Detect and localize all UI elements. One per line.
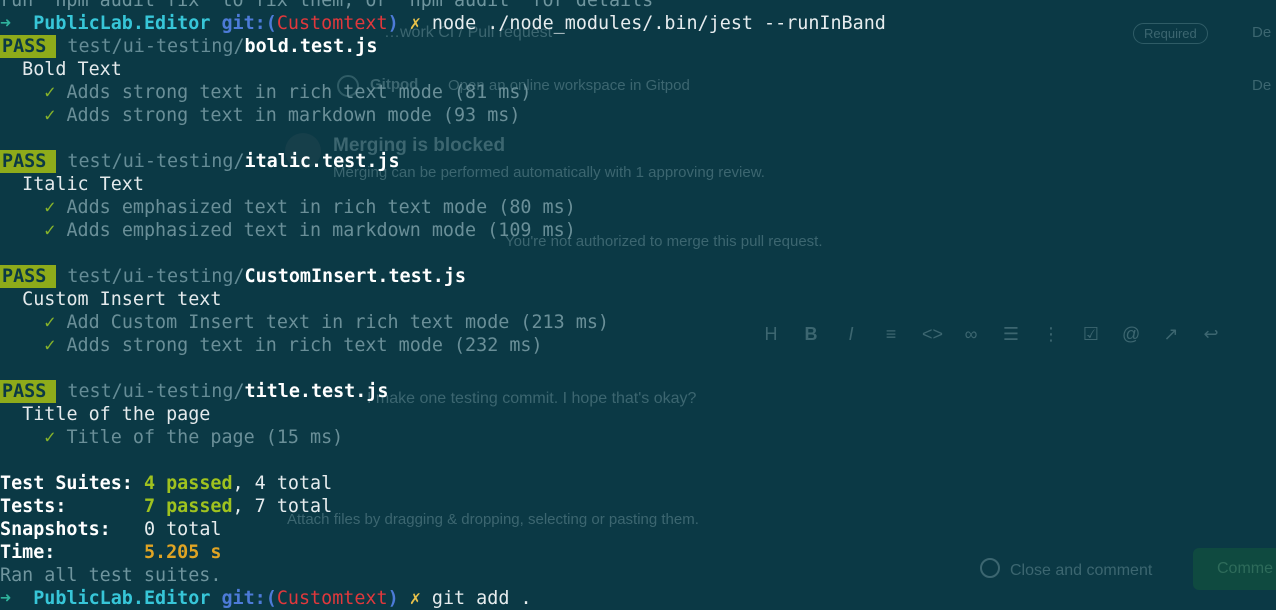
summary-time-value: 5.205 s [143, 542, 222, 563]
check-icon: ✓ [44, 220, 56, 241]
summary-suites: Test Suites: 4 passed, 4 total [0, 472, 1276, 495]
test-name: Adds strong text in rich text mode (232 … [66, 335, 543, 356]
suite-header: PASS test/ui-testing/title.test.js [0, 380, 1276, 403]
terminal-output: run `npm audit fix` to fix them, or `npm… [0, 0, 1276, 610]
test-name: Adds emphasized text in markdown mode (1… [66, 220, 576, 241]
suite-name-text: Italic Text [22, 174, 144, 195]
summary-value: 0 total [143, 519, 222, 540]
test-name: Adds emphasized text in rich text mode (… [66, 197, 576, 218]
prompt-arrow-icon: ➜ [0, 588, 12, 609]
check-icon: ✓ [44, 427, 56, 448]
prompt-command: git add . [431, 588, 532, 609]
ran-all-suites: Ran all test suites. [0, 565, 222, 586]
check-icon: ✓ [44, 197, 56, 218]
pass-badge: PASS [0, 150, 57, 173]
summary-label: Test Suites: [0, 473, 133, 494]
prompt-dirty-mark: ✗ [409, 13, 421, 34]
suite-name: Custom Insert text [0, 288, 1276, 311]
suite-name: Bold Text [0, 58, 1276, 81]
test-name: Adds strong text in rich text mode (81 m… [66, 82, 532, 103]
suite-name-text: Custom Insert text [22, 289, 222, 310]
test-name: Adds strong text in markdown mode (93 ms… [66, 105, 521, 126]
test-path: test/ui-testing/ [67, 36, 245, 57]
test-result: ✓ Adds emphasized text in markdown mode … [0, 219, 1276, 242]
test-path: test/ui-testing/ [67, 151, 245, 172]
prompt-repo: PublicLab.Editor [33, 13, 211, 34]
test-result: ✓ Adds emphasized text in rich text mode… [0, 196, 1276, 219]
test-result: ✓ Adds strong text in rich text mode (23… [0, 334, 1276, 357]
suite-name-text: Bold Text [22, 59, 122, 80]
prompt-git-close: ) [387, 13, 399, 34]
check-icon: ✓ [44, 335, 56, 356]
summary-label: Snapshots: [0, 519, 111, 540]
suite-header: PASS test/ui-testing/bold.test.js [0, 35, 1276, 58]
npm-audit-hint: run `npm audit fix` to fix them, or `npm… [0, 0, 654, 11]
summary-passed: 7 passed [143, 496, 233, 517]
test-name: Title of the page (15 ms) [66, 427, 344, 448]
prompt-branch: Customtext [276, 13, 388, 34]
prompt-repo: PublicLab.Editor [33, 588, 211, 609]
prompt-git-label: git:( [221, 588, 277, 609]
summary-label: Tests: [0, 496, 67, 517]
summary-label: Time: [0, 542, 56, 563]
test-path: test/ui-testing/ [67, 266, 245, 287]
summary-time: Time: 5.205 s [0, 541, 1276, 564]
suite-name: Title of the page [0, 403, 1276, 426]
test-file: title.test.js [244, 381, 389, 402]
summary-total: , 7 total [232, 496, 333, 517]
suite-name: Italic Text [0, 173, 1276, 196]
pass-badge: PASS [0, 380, 57, 403]
prompt-line-bottom: ➜ PublicLab.Editor git:(Customtext) ✗ gi… [0, 587, 1276, 610]
test-result: ✓ Title of the page (15 ms) [0, 426, 1276, 449]
check-icon: ✓ [44, 82, 56, 103]
prompt-dirty-mark: ✗ [409, 588, 421, 609]
test-file: CustomInsert.test.js [244, 266, 466, 287]
test-file: bold.test.js [244, 36, 378, 57]
pass-badge: PASS [0, 35, 57, 58]
test-name: Add Custom Insert text in rich text mode… [66, 312, 609, 333]
test-result: ✓ Adds strong text in rich text mode (81… [0, 81, 1276, 104]
suite-header: PASS test/ui-testing/italic.test.js [0, 150, 1276, 173]
check-icon: ✓ [44, 105, 56, 126]
prompt-git-close: ) [387, 588, 399, 609]
suite-name-text: Title of the page [22, 404, 211, 425]
test-path: test/ui-testing/ [67, 381, 245, 402]
pass-badge: PASS [0, 265, 57, 288]
prompt-command: node ./node_modules/.bin/jest --runInBan… [431, 13, 886, 34]
summary-tests: Tests: 7 passed, 7 total [0, 495, 1276, 518]
summary-total: , 4 total [232, 473, 333, 494]
suite-header: PASS test/ui-testing/CustomInsert.test.j… [0, 265, 1276, 288]
summary-snapshots: Snapshots: 0 total [0, 518, 1276, 541]
test-file: italic.test.js [244, 151, 400, 172]
prompt-git-label: git:( [221, 13, 277, 34]
prompt-branch: Customtext [276, 588, 388, 609]
test-result: ✓ Add Custom Insert text in rich text mo… [0, 311, 1276, 334]
prompt-arrow-icon: ➜ [0, 13, 12, 34]
prompt-line: ➜ PublicLab.Editor git:(Customtext) ✗ no… [0, 12, 1276, 35]
test-result: ✓ Adds strong text in markdown mode (93 … [0, 104, 1276, 127]
check-icon: ✓ [44, 312, 56, 333]
summary-passed: 4 passed [143, 473, 233, 494]
